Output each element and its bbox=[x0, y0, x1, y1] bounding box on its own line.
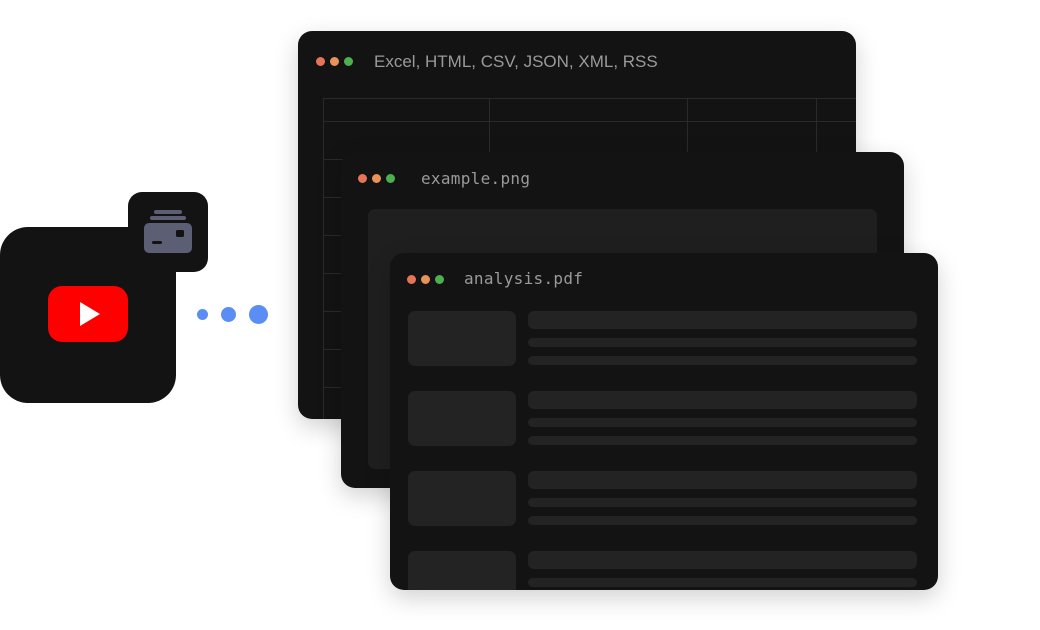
window-controls[interactable] bbox=[316, 57, 353, 66]
text-line-placeholder bbox=[528, 578, 917, 587]
close-dot-icon[interactable] bbox=[316, 57, 325, 66]
minimize-dot-icon[interactable] bbox=[421, 275, 430, 284]
youtube-icon bbox=[48, 286, 128, 342]
window-title: example.png bbox=[421, 169, 531, 188]
minimize-dot-icon[interactable] bbox=[330, 57, 339, 66]
scraper-icon bbox=[144, 210, 192, 253]
window-controls[interactable] bbox=[407, 275, 444, 284]
text-line-placeholder bbox=[528, 498, 917, 507]
maximize-dot-icon[interactable] bbox=[386, 174, 395, 183]
connector-dot-small bbox=[197, 309, 208, 320]
thumbnail-placeholder bbox=[408, 551, 516, 590]
scraper-badge bbox=[128, 192, 208, 272]
connector-dot-medium bbox=[221, 307, 236, 322]
window-controls[interactable] bbox=[358, 174, 395, 183]
close-dot-icon[interactable] bbox=[407, 275, 416, 284]
text-line-placeholder bbox=[528, 418, 917, 427]
connector-dot-large bbox=[249, 305, 268, 324]
text-line-placeholder bbox=[528, 516, 917, 525]
text-line-placeholder bbox=[528, 356, 917, 365]
text-line-placeholder bbox=[528, 311, 917, 329]
text-line-placeholder bbox=[528, 471, 917, 489]
text-line-placeholder bbox=[528, 551, 917, 569]
text-line-placeholder bbox=[528, 391, 917, 409]
text-line-placeholder bbox=[528, 436, 917, 445]
maximize-dot-icon[interactable] bbox=[435, 275, 444, 284]
thumbnail-placeholder bbox=[408, 391, 516, 446]
close-dot-icon[interactable] bbox=[358, 174, 367, 183]
thumbnail-placeholder bbox=[408, 471, 516, 526]
window-title: Excel, HTML, CSV, JSON, XML, RSS bbox=[374, 52, 658, 71]
pdf-window[interactable]: analysis.pdf bbox=[390, 253, 938, 590]
maximize-dot-icon[interactable] bbox=[344, 57, 353, 66]
text-line-placeholder bbox=[528, 338, 917, 347]
thumbnail-placeholder bbox=[408, 311, 516, 366]
minimize-dot-icon[interactable] bbox=[372, 174, 381, 183]
window-title: analysis.pdf bbox=[464, 269, 584, 288]
